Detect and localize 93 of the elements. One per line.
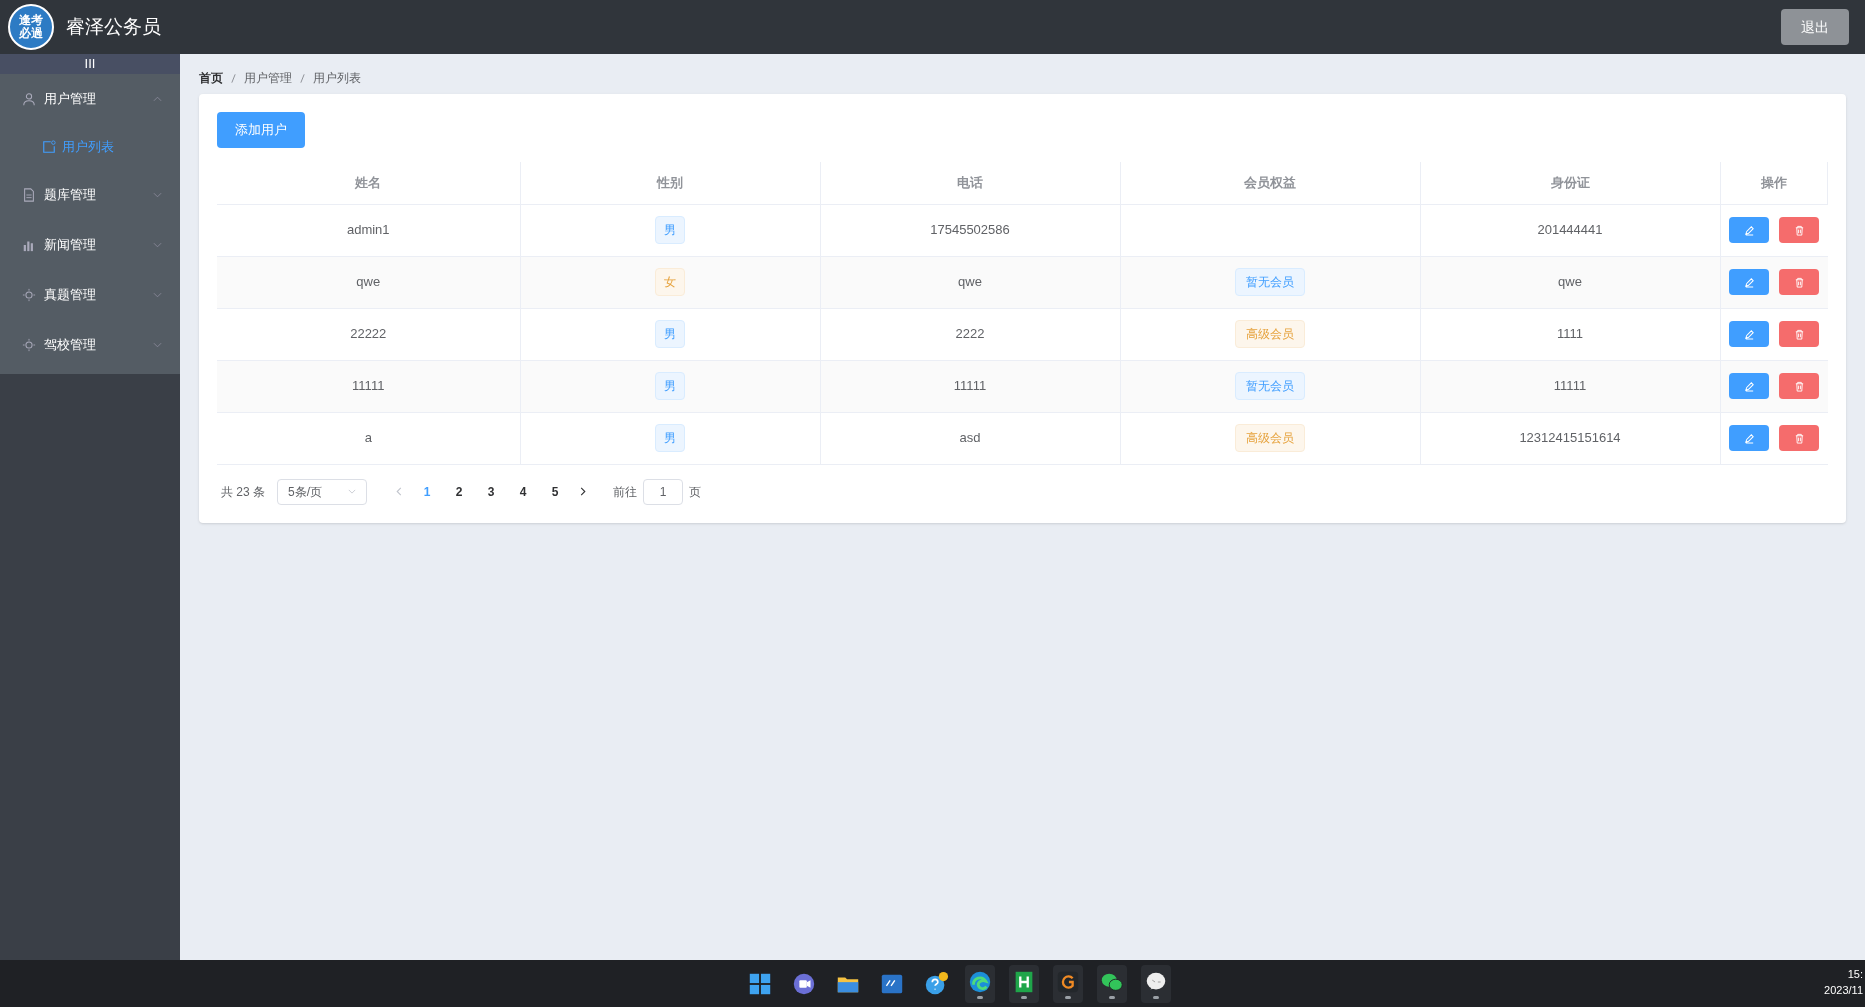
- breadcrumb-separator-icon: [300, 73, 305, 83]
- page-number[interactable]: 4: [507, 478, 539, 505]
- taskbar-app-button[interactable]: [1009, 964, 1039, 1003]
- column-header: 身份证: [1420, 162, 1720, 204]
- page-number[interactable]: 3: [475, 478, 507, 505]
- trash-icon: [1793, 328, 1805, 340]
- goto-suffix: 页: [689, 483, 701, 501]
- table-cell: 201444441: [1537, 222, 1603, 238]
- table-cell: 17545502586: [930, 222, 1010, 238]
- gender-tag: 男: [655, 320, 685, 348]
- menu-item[interactable]: 新闻管理: [0, 220, 180, 270]
- edit-button[interactable]: [1729, 217, 1769, 243]
- edit-button[interactable]: [1729, 373, 1769, 399]
- taskbar-app-button[interactable]: [1141, 964, 1171, 1003]
- delete-button[interactable]: [1779, 321, 1819, 347]
- taskbar-app-button[interactable]: [1053, 964, 1083, 1003]
- running-indicator: [1153, 995, 1159, 999]
- table-cell: a: [364, 430, 372, 446]
- table-cell: 22222: [350, 326, 387, 342]
- menu-item[interactable]: 驾校管理: [0, 320, 180, 370]
- app-title: 睿泽公务员: [66, 14, 161, 39]
- edit-square-icon: [42, 140, 56, 154]
- edit-button[interactable]: [1729, 269, 1769, 295]
- edit-button[interactable]: [1729, 321, 1769, 347]
- column-header: 性别: [520, 162, 820, 204]
- table-cell: admin1: [346, 222, 390, 238]
- goto-label: 前往: [613, 483, 637, 501]
- sun-icon: [22, 288, 36, 302]
- running-indicator: [1109, 995, 1115, 999]
- table-cell: qwe: [1558, 274, 1582, 290]
- breadcrumb-link[interactable]: 用户管理: [244, 69, 292, 87]
- page-number[interactable]: 5: [539, 478, 571, 505]
- breadcrumb-link[interactable]: 用户列表: [313, 69, 361, 87]
- pencil-icon: [1743, 432, 1755, 444]
- gender-tag: 男: [655, 216, 685, 244]
- column-header: 电话: [820, 162, 1120, 204]
- taskbar-app-button[interactable]: [1097, 964, 1127, 1003]
- trash-icon: [1793, 432, 1805, 444]
- goto-page-field[interactable]: 1: [643, 478, 683, 505]
- page-size-select[interactable]: 5条/页: [277, 478, 367, 505]
- trash-icon: [1793, 224, 1805, 236]
- column-header: 操作: [1720, 162, 1828, 204]
- membership-tag: 暂无会员: [1235, 372, 1305, 400]
- total-count: 共 23 条: [221, 483, 265, 501]
- help-icon: [923, 970, 949, 997]
- table-cell: qwe: [356, 274, 381, 290]
- table-cell: 1111: [1557, 326, 1583, 342]
- column-header: 姓名: [217, 162, 520, 204]
- table-cell: 11111: [1553, 378, 1587, 394]
- running-indicator: [1065, 995, 1071, 999]
- running-indicator: [977, 995, 983, 999]
- delete-button[interactable]: [1779, 425, 1819, 451]
- clock-date: 2023/11: [1824, 983, 1863, 998]
- gender-tag: 男: [655, 372, 685, 400]
- page-number[interactable]: 2: [443, 478, 475, 505]
- logo-icon: 逢考必過: [8, 4, 54, 50]
- menu-item[interactable]: 真题管理: [0, 270, 180, 320]
- column-header: 会员权益: [1120, 162, 1420, 204]
- menu-item[interactable]: 用户管理: [0, 74, 180, 124]
- gender-tag: 男: [655, 424, 685, 452]
- pencil-icon: [1743, 276, 1755, 288]
- running-indicator: [1021, 995, 1027, 999]
- gender-tag: 女: [655, 268, 685, 296]
- table-cell: asd: [959, 430, 981, 446]
- pencil-icon: [1743, 328, 1755, 340]
- pencil-icon: [1743, 224, 1755, 236]
- caret-icon: [348, 489, 356, 494]
- trash-icon: [1793, 380, 1805, 392]
- sun-icon: [22, 338, 36, 352]
- document-icon: [22, 188, 36, 202]
- delete-button[interactable]: [1779, 373, 1819, 399]
- pencil-icon: [1743, 380, 1755, 392]
- collapse-toggle[interactable]: III: [84, 54, 96, 74]
- breadcrumb-separator-icon: [231, 73, 236, 83]
- table-cell: 2222: [955, 326, 985, 342]
- clock-time: 15:: [1847, 967, 1863, 982]
- delete-button[interactable]: [1779, 269, 1819, 295]
- table-cell: 11111: [352, 378, 385, 394]
- edit-button[interactable]: [1729, 425, 1769, 451]
- membership-tag: 高级会员: [1235, 320, 1305, 348]
- menu-item[interactable]: 题库管理: [0, 170, 180, 220]
- chevron-right-icon: [580, 487, 586, 496]
- taskbar-app-button[interactable]: [965, 964, 995, 1003]
- delete-button[interactable]: [1779, 217, 1819, 243]
- table-cell: qwe: [958, 274, 982, 290]
- trash-icon: [1793, 276, 1805, 288]
- chevron-left-icon: [396, 487, 402, 496]
- table-cell: 11111: [953, 378, 987, 394]
- user-icon: [22, 92, 36, 106]
- breadcrumb-link[interactable]: 首页: [199, 69, 223, 87]
- membership-tag: 暂无会员: [1235, 268, 1305, 296]
- table-cell: 12312415151614: [1519, 430, 1621, 446]
- membership-tag: 高级会员: [1235, 424, 1305, 452]
